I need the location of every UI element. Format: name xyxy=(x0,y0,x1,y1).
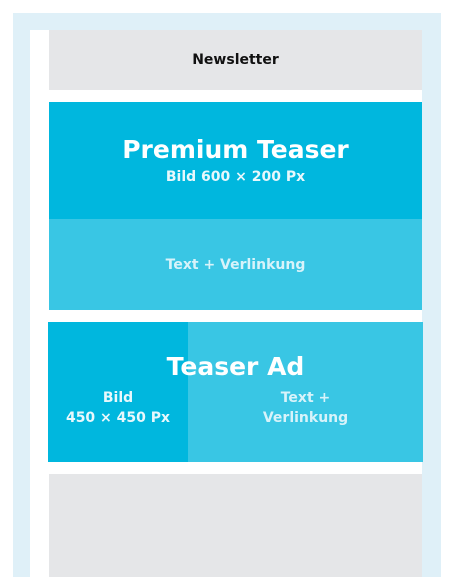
premium-teaser-title: Premium Teaser xyxy=(122,135,349,164)
teaser-ad-image-label-line2: 450 × 450 Px xyxy=(65,410,171,426)
teaser-ad-image-label: Bild 450 × 450 Px xyxy=(48,388,188,428)
newsletter-block: Newsletter xyxy=(49,30,422,90)
footer-placeholder-block xyxy=(49,474,422,577)
teaser-ad-block: Teaser Ad Bild 450 × 450 Px Text + Verli… xyxy=(48,322,423,462)
premium-teaser-text-label: Text + Verlinkung xyxy=(165,256,306,273)
teaser-ad-text-label: Text + Verlinkung xyxy=(188,388,423,428)
teaser-ad-text-label-line1: Text + xyxy=(280,390,331,406)
premium-teaser-text-block: Text + Verlinkung xyxy=(49,219,422,310)
teaser-ad-title: Teaser Ad xyxy=(166,352,305,381)
newsletter-label: Newsletter xyxy=(192,52,279,68)
premium-teaser-image-label: Bild 600 × 200 Px xyxy=(165,169,306,185)
premium-teaser-image-block: Premium Teaser Bild 600 × 200 Px xyxy=(49,102,422,219)
teaser-ad-text-label-line2: Verlinkung xyxy=(262,410,349,426)
teaser-ad-image-label-line1: Bild xyxy=(102,390,134,406)
